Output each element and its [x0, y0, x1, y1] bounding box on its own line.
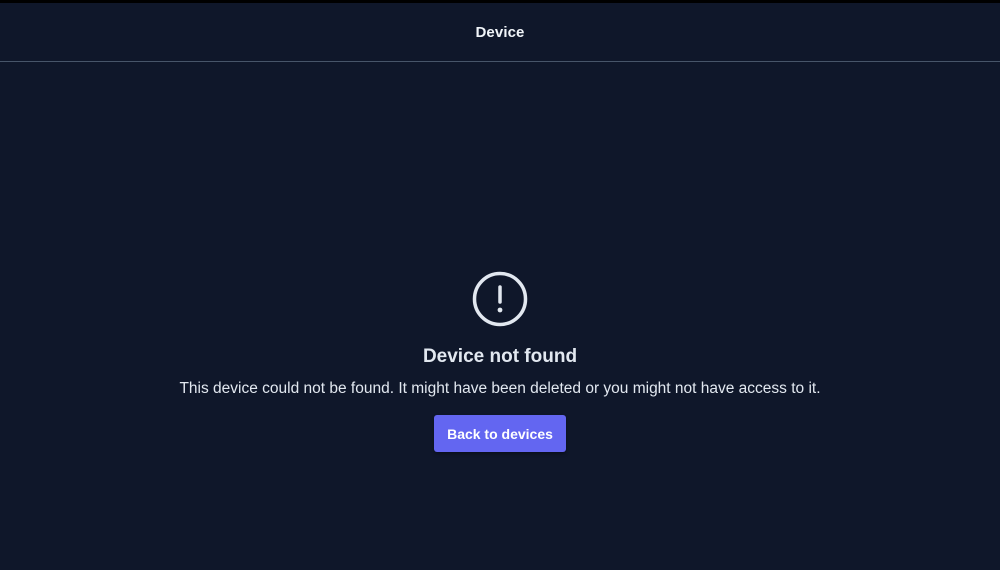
error-message: This device could not be found. It might… — [179, 380, 821, 397]
page-header: Device — [0, 3, 1000, 62]
page-title: Device — [475, 23, 525, 41]
error-state: Device not found This device could not b… — [0, 270, 1000, 452]
error-title: Device not found — [422, 346, 578, 367]
back-to-devices-button[interactable]: Back to devices — [434, 415, 566, 452]
alert-circle-icon — [472, 271, 528, 327]
